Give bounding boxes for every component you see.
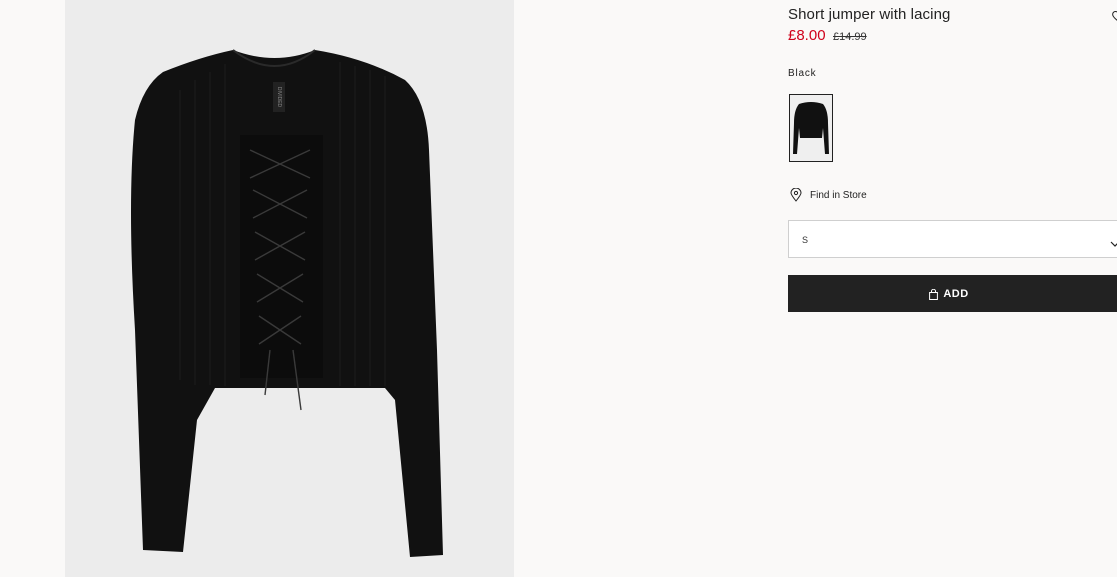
product-details: Short jumper with lacing £8.00 £14.99 Bl…: [788, 0, 1117, 577]
product-title: Short jumper with lacing: [788, 6, 951, 23]
chevron-down-icon: [1110, 235, 1117, 247]
brand-tag-label: DIVIDED: [276, 87, 282, 108]
add-to-bag-button[interactable]: ADD: [788, 275, 1117, 312]
product-page: DIVIDED Short jumper with lacing £8.00 £…: [0, 0, 1117, 577]
color-swatch-black[interactable]: [789, 94, 833, 162]
price-row: £8.00 £14.99: [788, 27, 867, 45]
selected-size: S: [802, 235, 809, 245]
heart-icon[interactable]: [1112, 9, 1117, 21]
location-pin-icon: [790, 187, 802, 202]
find-in-store-label: Find in Store: [810, 189, 867, 201]
add-button-label: ADD: [943, 287, 969, 300]
swatch-thumbnail: [793, 102, 829, 154]
size-select[interactable]: S: [788, 220, 1117, 258]
shopping-bag-icon: [929, 288, 939, 300]
original-price: £14.99: [833, 31, 867, 43]
product-image[interactable]: DIVIDED: [65, 0, 514, 577]
color-name: Black: [788, 68, 817, 79]
find-in-store-link[interactable]: Find in Store: [790, 187, 867, 202]
sale-price: £8.00: [788, 27, 826, 44]
